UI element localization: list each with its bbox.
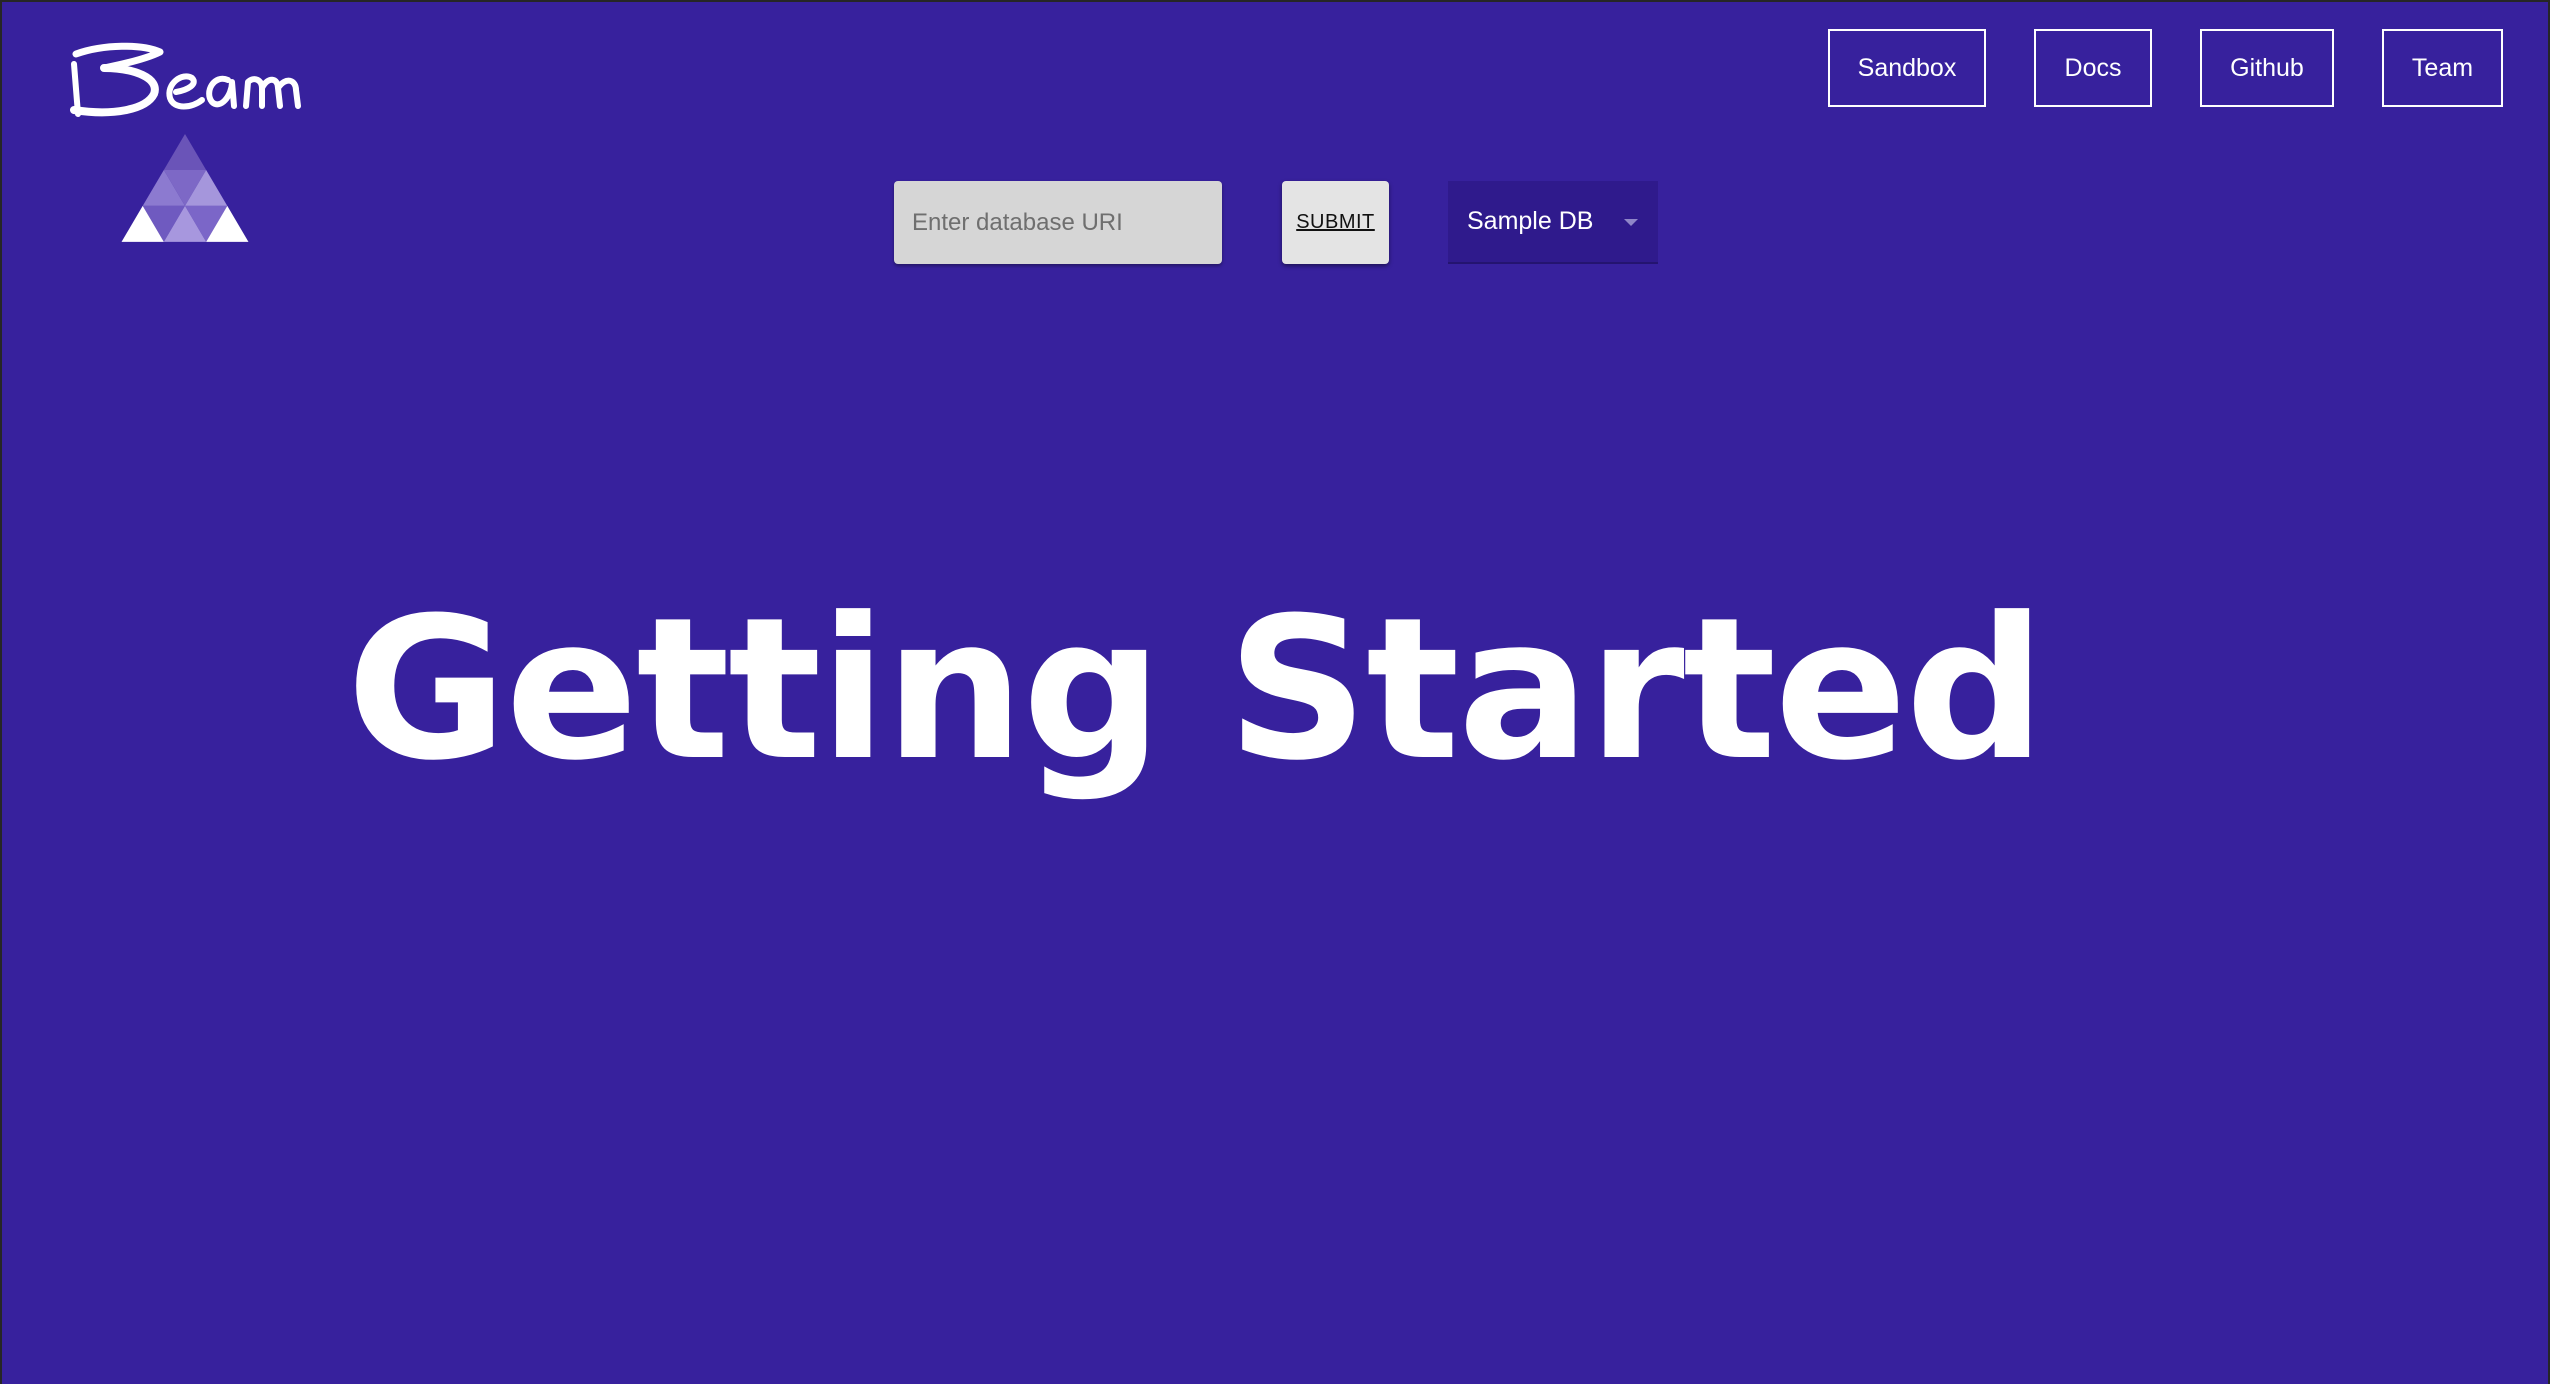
- beam-wordmark: [70, 42, 301, 117]
- submit-button[interactable]: SUBMIT: [1282, 181, 1389, 264]
- nav-github-link[interactable]: Github: [2200, 29, 2334, 107]
- nav-sandbox-link[interactable]: Sandbox: [1828, 29, 1986, 107]
- nav-team-link[interactable]: Team: [2382, 29, 2503, 107]
- pyramid-icon: [121, 134, 249, 242]
- nav-docs-link[interactable]: Docs: [2034, 29, 2152, 107]
- chevron-down-icon: [1624, 219, 1638, 226]
- page-title: Getting Started: [346, 576, 2045, 804]
- top-nav: Sandbox Docs Github Team: [1828, 29, 2503, 107]
- database-uri-input[interactable]: [894, 181, 1222, 264]
- database-select-value: Sample DB: [1467, 207, 1594, 235]
- database-select[interactable]: Sample DB: [1448, 181, 1658, 264]
- beam-logo[interactable]: [64, 36, 304, 256]
